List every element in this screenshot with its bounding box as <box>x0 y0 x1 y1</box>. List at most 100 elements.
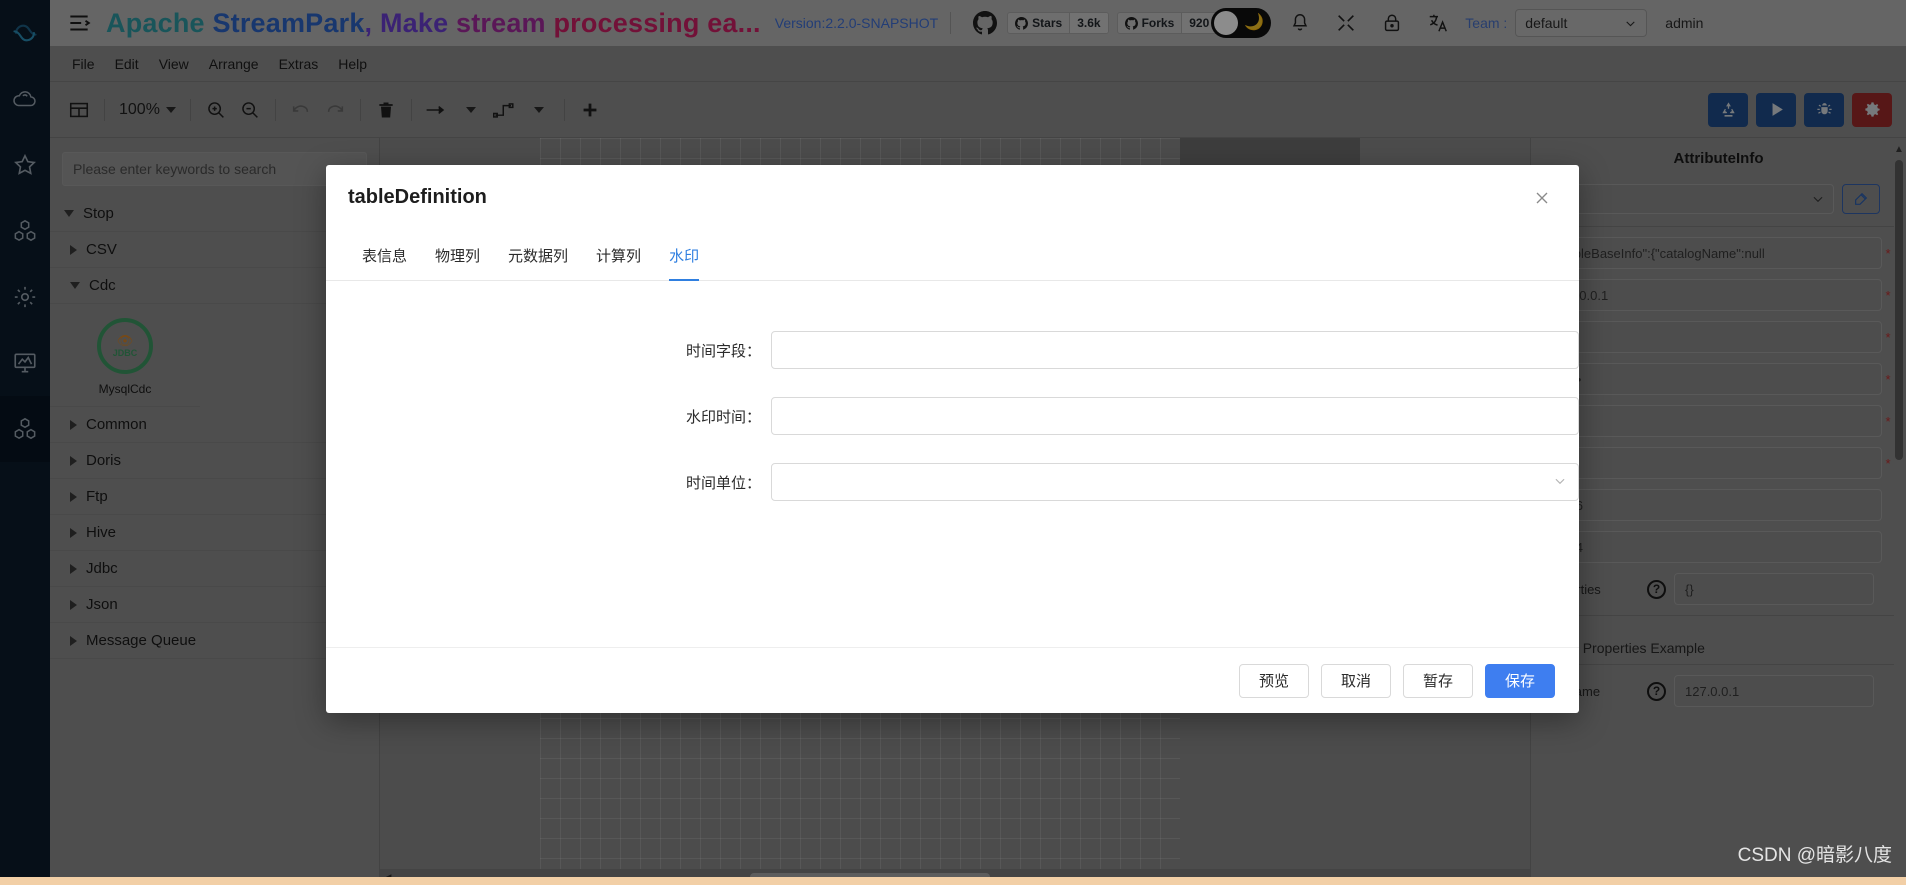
tree-group-label: Json <box>86 596 118 613</box>
properties-row: properties ? {} <box>1531 573 1906 605</box>
undo-icon[interactable] <box>284 93 318 127</box>
zoom-level-dropdown[interactable]: 100% <box>113 101 182 119</box>
menu-item-file[interactable]: File <box>62 52 105 76</box>
fullscreen-icon[interactable] <box>1335 12 1357 34</box>
attribute-field-row: test * <box>1531 405 1906 437</box>
settings-button[interactable] <box>1852 92 1892 127</box>
translate-icon[interactable] <box>1427 12 1449 34</box>
version-label: Version:2.2.0-SNAPSHOT <box>774 15 939 31</box>
tree-group-label: Stop <box>83 205 114 222</box>
straight-connector-icon[interactable] <box>420 93 454 127</box>
github-icon[interactable] <box>973 11 998 35</box>
redo-icon[interactable] <box>318 93 352 127</box>
attribute-field-input[interactable]: root <box>1543 321 1882 353</box>
stars-badge[interactable]: Stars 3.6k <box>1007 12 1109 34</box>
tab-metadata-columns[interactable]: 元数据列 <box>494 245 582 280</box>
tree-group-label: Doris <box>86 452 122 469</box>
edit-button[interactable] <box>1842 184 1880 214</box>
save-button[interactable]: 保存 <box>1485 663 1555 698</box>
streampark-logo-icon[interactable] <box>0 0 50 66</box>
debug-button[interactable] <box>1804 92 1844 127</box>
toolbar-divider <box>189 98 191 121</box>
app-header: Apache StreamPark, Make stream processin… <box>50 0 1906 46</box>
forks-badge-label: Forks <box>1118 13 1182 33</box>
menu-item-help[interactable]: Help <box>328 52 377 76</box>
connector-dropdown-icon[interactable] <box>454 93 488 127</box>
chevron-down-icon <box>165 106 176 113</box>
user-name[interactable]: admin <box>1665 15 1703 31</box>
toolbar-divider <box>359 98 361 121</box>
attribute-field-row: test * <box>1531 447 1906 479</box>
attribute-field-input[interactable]: test <box>1543 405 1882 437</box>
help-icon[interactable]: ? <box>1647 579 1666 599</box>
time-field-input[interactable] <box>771 331 1579 369</box>
attribute-password-input[interactable]: •••••• <box>1543 363 1882 395</box>
required-marker: * <box>1885 245 1891 261</box>
scroll-up-icon[interactable]: ▲ <box>1894 144 1904 155</box>
forks-badge[interactable]: Forks 920 <box>1116 12 1218 34</box>
stage-button[interactable]: 暂存 <box>1403 663 1473 698</box>
elbow-dropdown-icon[interactable] <box>522 93 556 127</box>
modal-footer: 预览 取消 暂存 保存 <box>326 647 1579 713</box>
panel-divider <box>1543 664 1894 665</box>
monitor-chart-icon[interactable] <box>0 330 50 396</box>
zoom-in-icon[interactable] <box>199 93 233 127</box>
chevron-right-icon <box>70 635 77 646</box>
gear-icon[interactable] <box>0 264 50 330</box>
elbow-connector-icon[interactable] <box>488 93 522 127</box>
close-icon[interactable] <box>1529 185 1555 211</box>
attribute-field-input[interactable]: test <box>1543 447 1882 479</box>
preview-button[interactable]: 预览 <box>1239 663 1309 698</box>
zoom-out-icon[interactable] <box>233 93 267 127</box>
cloud-icon[interactable] <box>0 66 50 132</box>
lock-icon[interactable] <box>1381 12 1403 34</box>
toolbar: 100% <box>50 82 1906 138</box>
toolbar-divider <box>563 98 565 121</box>
attribute-field-input[interactable]: 1234 <box>1543 531 1882 563</box>
chevron-right-icon <box>70 244 77 255</box>
scrollbar-thumb[interactable] <box>1895 160 1903 460</box>
delete-icon[interactable] <box>369 93 403 127</box>
eye-icon: 👁 <box>116 333 134 348</box>
help-icon[interactable]: ? <box>1647 681 1666 701</box>
recycle-button[interactable] <box>1708 92 1748 127</box>
table-definition-modal: tableDefinition 表信息 物理列 元数据列 计算列 水印 时间字段… <box>326 165 1579 713</box>
watermark-time-input[interactable] <box>771 397 1579 435</box>
search-input[interactable]: Please enter keywords to search <box>62 152 367 186</box>
bell-icon[interactable] <box>1289 12 1311 34</box>
menu-item-edit[interactable]: Edit <box>105 52 149 76</box>
blocks-icon-secondary[interactable] <box>0 396 50 462</box>
attribute-field-input[interactable]: {"tableBaseInfo":{"catalogName":null <box>1543 237 1882 269</box>
chevron-down-icon <box>1626 20 1635 26</box>
tab-table-info[interactable]: 表信息 <box>348 245 421 280</box>
team-select[interactable]: default <box>1515 9 1648 37</box>
chevron-down-icon <box>1813 196 1823 203</box>
star-icon[interactable] <box>0 132 50 198</box>
tab-physical-columns[interactable]: 物理列 <box>421 245 494 280</box>
toggle-panels-icon[interactable] <box>62 93 96 127</box>
stars-count: 3.6k <box>1069 13 1108 33</box>
stop-node-mysqlcdc[interactable]: 👁 JDBC MysqlCdc <box>50 304 200 407</box>
attribute-field-input[interactable]: 127.0.0.1 <box>1543 279 1882 311</box>
time-unit-select[interactable] <box>771 463 1579 501</box>
theme-toggle[interactable]: 🌙 <box>1211 8 1272 38</box>
forks-text: Forks <box>1141 16 1175 30</box>
attribute-select[interactable] <box>1570 184 1834 214</box>
properties-input[interactable]: {} <box>1674 573 1874 605</box>
attribute-field-input[interactable]: 3306 <box>1543 489 1882 521</box>
cancel-button[interactable]: 取消 <box>1321 663 1391 698</box>
menu-toggle-icon[interactable] <box>66 10 92 36</box>
menu-item-view[interactable]: View <box>149 52 199 76</box>
blocks-icon[interactable] <box>0 198 50 264</box>
example-hostname-input[interactable]: 127.0.0.1 <box>1674 675 1874 707</box>
run-button[interactable] <box>1756 92 1796 127</box>
attribute-panel-scrollbar[interactable]: ▲ <box>1894 144 1904 484</box>
tab-watermark[interactable]: 水印 <box>655 245 713 281</box>
attribute-field-row: 127.0.0.1 * <box>1531 279 1906 311</box>
tab-computed-columns[interactable]: 计算列 <box>582 245 655 280</box>
zoom-level-value: 100% <box>119 100 160 118</box>
add-icon[interactable] <box>573 93 607 127</box>
menu-item-arrange[interactable]: Arrange <box>199 52 269 76</box>
chevron-down-icon <box>70 282 80 289</box>
menu-item-extras[interactable]: Extras <box>269 52 329 76</box>
